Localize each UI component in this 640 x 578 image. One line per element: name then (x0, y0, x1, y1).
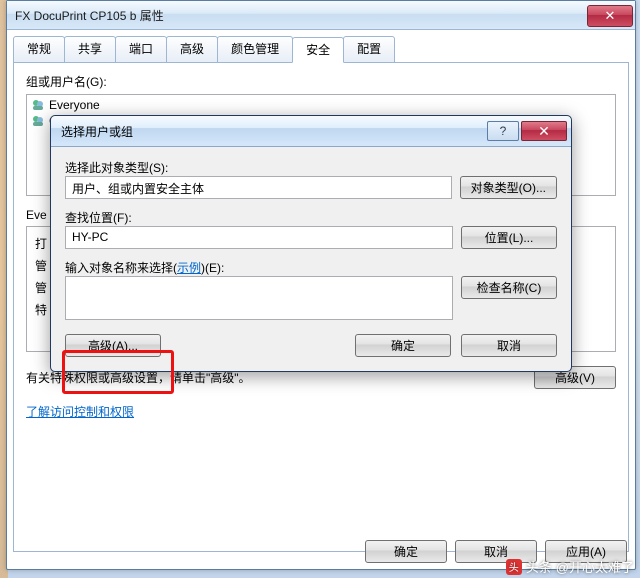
check-names-button[interactable]: 检查名称(C) (461, 276, 557, 299)
object-type-field: 用户、组或内置安全主体 (65, 176, 452, 199)
object-types-button[interactable]: 对象类型(O)... (460, 176, 557, 199)
tab-sharing[interactable]: 共享 (64, 36, 116, 62)
tab-color[interactable]: 颜色管理 (217, 36, 293, 62)
dialog-close-button[interactable]: ✕ (521, 121, 567, 141)
location-label: 查找位置(F): (65, 209, 557, 226)
dialog-advanced-button[interactable]: 高级(A)... (65, 334, 161, 357)
dialog-ok-button[interactable]: 确定 (355, 334, 451, 357)
tab-security[interactable]: 安全 (292, 37, 344, 63)
help-icon: ? (500, 124, 507, 138)
close-button[interactable]: ✕ (587, 5, 633, 27)
learn-acl-link[interactable]: 了解访问控制和权限 (26, 405, 134, 419)
list-item[interactable]: Everyone (31, 97, 611, 113)
object-names-input[interactable] (65, 276, 453, 320)
ok-button[interactable]: 确定 (365, 540, 447, 563)
tab-config[interactable]: 配置 (343, 36, 395, 62)
watermark-author: @开心太难了 (556, 557, 634, 576)
enter-names-label: 输入对象名称来选择(示例)(E): (65, 259, 557, 276)
dialog-cancel-button[interactable]: 取消 (461, 334, 557, 357)
dialog-titlebar: 选择用户或组 ? ✕ (51, 116, 571, 147)
locations-button[interactable]: 位置(L)... (461, 226, 557, 249)
tab-ports[interactable]: 端口 (115, 36, 167, 62)
close-icon: ✕ (538, 123, 550, 140)
window-title: FX DocuPrint CP105 b 属性 (15, 7, 164, 24)
watermark-prefix: 头条 (526, 557, 552, 576)
group-users-label: 组或用户名(G): (26, 73, 616, 90)
titlebar: FX DocuPrint CP105 b 属性 ✕ (7, 1, 635, 30)
toutiao-logo-icon: 头 (506, 559, 522, 575)
select-user-dialog: 选择用户或组 ? ✕ 选择此对象类型(S): 用户、组或内置安全主体 对象类型(… (50, 115, 572, 372)
examples-link[interactable]: 示例 (177, 261, 201, 275)
close-icon: ✕ (605, 8, 616, 24)
tab-strip: 常规 共享 端口 高级 颜色管理 安全 配置 (7, 30, 635, 62)
object-type-label: 选择此对象类型(S): (65, 159, 557, 176)
group-icon (31, 114, 45, 128)
dialog-title: 选择用户或组 (61, 123, 133, 140)
window-buttons: ✕ (587, 3, 635, 27)
tab-advanced[interactable]: 高级 (166, 36, 218, 62)
group-icon (31, 98, 45, 112)
tab-general[interactable]: 常规 (13, 36, 65, 62)
watermark: 头 头条 @开心太难了 (506, 557, 634, 576)
list-item-label: Everyone (49, 98, 100, 112)
help-button[interactable]: ? (487, 121, 519, 141)
location-field: HY-PC (65, 226, 453, 249)
